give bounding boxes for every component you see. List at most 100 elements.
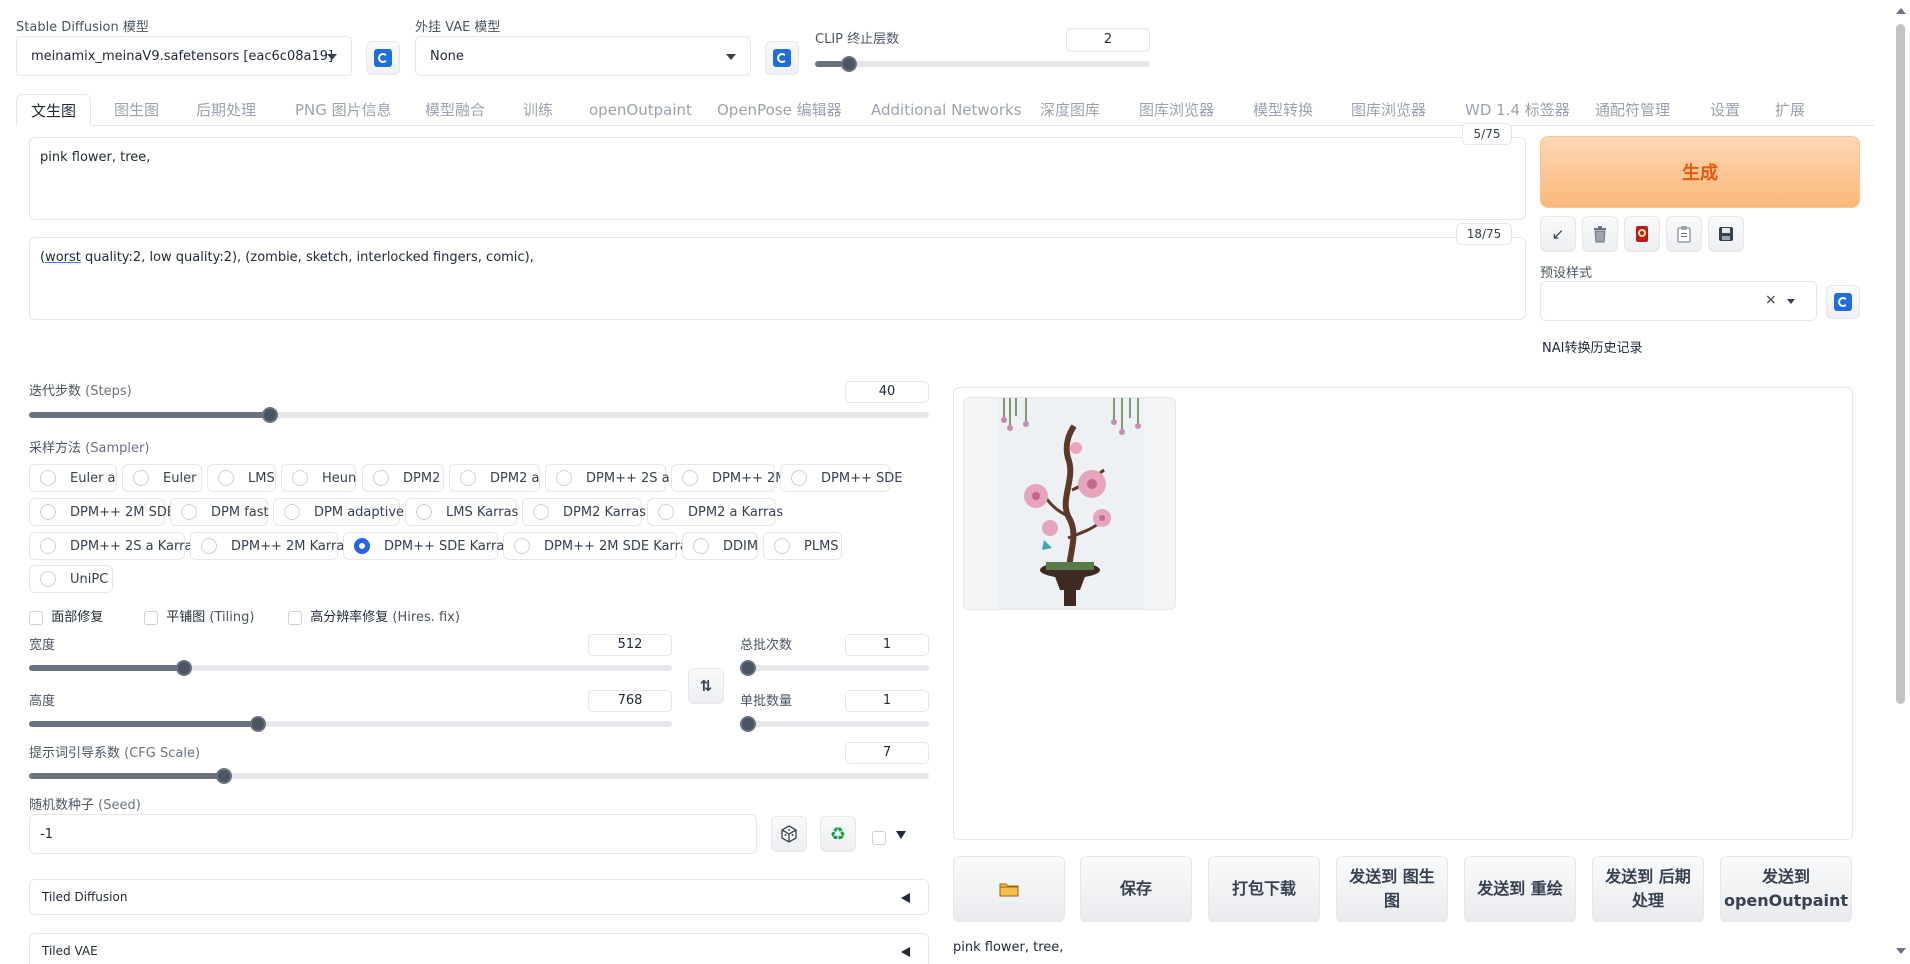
send-to-extras-button[interactable]: 发送到 后期处理: [1592, 856, 1704, 922]
clear-prompt-button[interactable]: [1582, 216, 1618, 252]
sampler-option[interactable]: LMS: [207, 464, 276, 492]
sampler-option[interactable]: UniPC: [29, 565, 113, 593]
face-restore-checkbox[interactable]: 面部修复: [29, 606, 103, 625]
tiled-vae-accordion[interactable]: Tiled VAE: [29, 933, 929, 964]
sampler-option[interactable]: DPM2 a Karras: [647, 498, 783, 526]
tab-png-info[interactable]: PNG 图片信息: [295, 94, 392, 126]
swap-dimensions-button[interactable]: ⇅: [688, 668, 724, 704]
collapse-arrow-icon: [901, 947, 910, 957]
sampler-option[interactable]: DDIM: [682, 532, 758, 560]
page-scrollbar[interactable]: [1896, 24, 1905, 704]
width-slider[interactable]: [29, 660, 672, 676]
sampler-option[interactable]: DPM2: [362, 464, 444, 492]
scroll-down-icon[interactable]: [1896, 948, 1906, 954]
chevron-down-icon: [327, 54, 337, 60]
cfg-scale-slider[interactable]: [29, 768, 929, 784]
cfg-scale-input[interactable]: 7: [845, 742, 929, 764]
tab-image-browser[interactable]: 图库浏览器: [1139, 94, 1214, 126]
send-to-inpaint-button[interactable]: 发送到 重绘: [1464, 856, 1576, 922]
clip-skip-input[interactable]: 2: [1066, 28, 1150, 52]
reuse-seed-button[interactable]: ♻: [820, 816, 856, 852]
slider-thumb[interactable]: [176, 660, 193, 676]
tab-openoutpaint[interactable]: openOutpaint: [589, 94, 692, 126]
slider-thumb[interactable]: [262, 407, 279, 423]
sampler-option[interactable]: DPM++ 2S a: [545, 464, 670, 492]
sampler-option[interactable]: DPM adaptive: [273, 498, 404, 526]
batch-count-input[interactable]: 1: [845, 634, 929, 656]
tab-img2img[interactable]: 图生图: [114, 94, 159, 126]
tab-depth-library[interactable]: 深度图库: [1040, 94, 1100, 126]
send-to-img2img-button[interactable]: 发送到 图生图: [1336, 856, 1448, 922]
sampler-option[interactable]: Euler a: [29, 464, 117, 492]
checkbox-box: [29, 610, 43, 625]
sampler-option-selected[interactable]: DPM++ SDE Karras: [343, 532, 511, 560]
sd-model-select[interactable]: meinamix_meinaV9.safetensors [eac6c08a19…: [16, 36, 352, 76]
sampler-option[interactable]: DPM++ 2M: [671, 464, 786, 492]
sampler-option[interactable]: DPM++ 2M SDE: [29, 498, 175, 526]
tab-wd14-tagger[interactable]: WD 1.4 标签器: [1465, 94, 1570, 126]
random-seed-button[interactable]: [771, 816, 807, 852]
tab-openpose-editor[interactable]: OpenPose 编辑器: [717, 94, 842, 126]
vae-refresh-button[interactable]: [765, 41, 799, 75]
tab-checkpoint-merger[interactable]: 模型融合: [425, 94, 485, 126]
tab-settings[interactable]: 设置: [1710, 94, 1740, 126]
slider-thumb[interactable]: [740, 660, 756, 676]
height-input[interactable]: 768: [588, 690, 672, 712]
sd-model-refresh-button[interactable]: [366, 41, 400, 75]
steps-slider[interactable]: [29, 407, 929, 423]
tab-image-browser-2[interactable]: 图库浏览器: [1351, 94, 1426, 126]
extra-seed-checkbox[interactable]: [872, 830, 886, 845]
slider-thumb[interactable]: [841, 56, 858, 72]
tab-extras[interactable]: 后期处理: [196, 94, 256, 126]
extra-networks-button[interactable]: [1624, 216, 1660, 252]
tiling-checkbox[interactable]: 平铺图 (Tiling): [144, 606, 254, 625]
negative-prompt-input[interactable]: (worst quality:2, low quality:2), (zombi…: [29, 237, 1526, 320]
width-input[interactable]: 512: [588, 634, 672, 656]
send-to-openoutpaint-button[interactable]: 发送到 openOutpaint: [1720, 856, 1852, 922]
styles-dropdown[interactable]: ×: [1540, 281, 1817, 321]
batch-count-slider[interactable]: [740, 660, 929, 676]
sampler-option[interactable]: DPM++ 2S a Karras: [29, 532, 199, 560]
slider-thumb[interactable]: [216, 768, 233, 784]
tab-extensions[interactable]: 扩展: [1775, 94, 1805, 126]
clear-styles-icon[interactable]: ×: [1765, 292, 1777, 308]
output-thumbnail[interactable]: [963, 397, 1176, 610]
zip-download-button[interactable]: 打包下载: [1208, 856, 1320, 922]
triangle-down-icon[interactable]: [896, 831, 906, 839]
slider-thumb[interactable]: [250, 716, 267, 732]
sampler-option[interactable]: DPM fast: [170, 498, 269, 526]
save-style-button[interactable]: [1708, 216, 1744, 252]
read-params-button[interactable]: ↙: [1540, 216, 1576, 252]
tab-additional-networks[interactable]: Additional Networks: [871, 94, 1022, 126]
slider-thumb[interactable]: [740, 716, 756, 732]
generate-button[interactable]: 生成: [1540, 136, 1860, 208]
apply-style-button[interactable]: [1666, 216, 1702, 252]
batch-size-slider[interactable]: [740, 716, 929, 732]
sampler-option[interactable]: LMS Karras: [405, 498, 518, 526]
tab-txt2img[interactable]: 文生图: [16, 94, 92, 126]
sampler-option[interactable]: Euler: [122, 464, 202, 492]
batch-size-input[interactable]: 1: [845, 690, 929, 712]
sampler-option[interactable]: DPM++ 2M SDE Karras: [503, 532, 695, 560]
sampler-option[interactable]: DPM++ 2M Karras: [190, 532, 351, 560]
clip-skip-slider[interactable]: [815, 56, 1150, 72]
height-slider[interactable]: [29, 716, 672, 732]
tab-model-converter[interactable]: 模型转换: [1253, 94, 1313, 126]
tab-wildcards[interactable]: 通配符管理: [1595, 94, 1670, 126]
sampler-option[interactable]: Heun: [281, 464, 356, 492]
positive-prompt-input[interactable]: pink flower, tree,: [29, 137, 1526, 220]
styles-refresh-button[interactable]: [1826, 285, 1860, 319]
seed-input[interactable]: -1: [29, 814, 757, 854]
tab-train[interactable]: 训练: [523, 94, 553, 126]
vae-select[interactable]: None: [415, 36, 751, 76]
steps-input[interactable]: 40: [845, 381, 929, 403]
open-folder-button[interactable]: [953, 856, 1065, 922]
hires-fix-checkbox[interactable]: 高分辨率修复 (Hires. fix): [288, 606, 460, 625]
sampler-option[interactable]: DPM++ SDE: [780, 464, 902, 492]
scroll-up-icon[interactable]: [1896, 8, 1906, 14]
tiled-diffusion-accordion[interactable]: Tiled Diffusion: [29, 879, 929, 915]
sampler-option[interactable]: PLMS: [763, 532, 842, 560]
save-button[interactable]: 保存: [1080, 856, 1192, 922]
sampler-option[interactable]: DPM2 a: [449, 464, 540, 492]
sampler-option[interactable]: DPM2 Karras: [522, 498, 646, 526]
